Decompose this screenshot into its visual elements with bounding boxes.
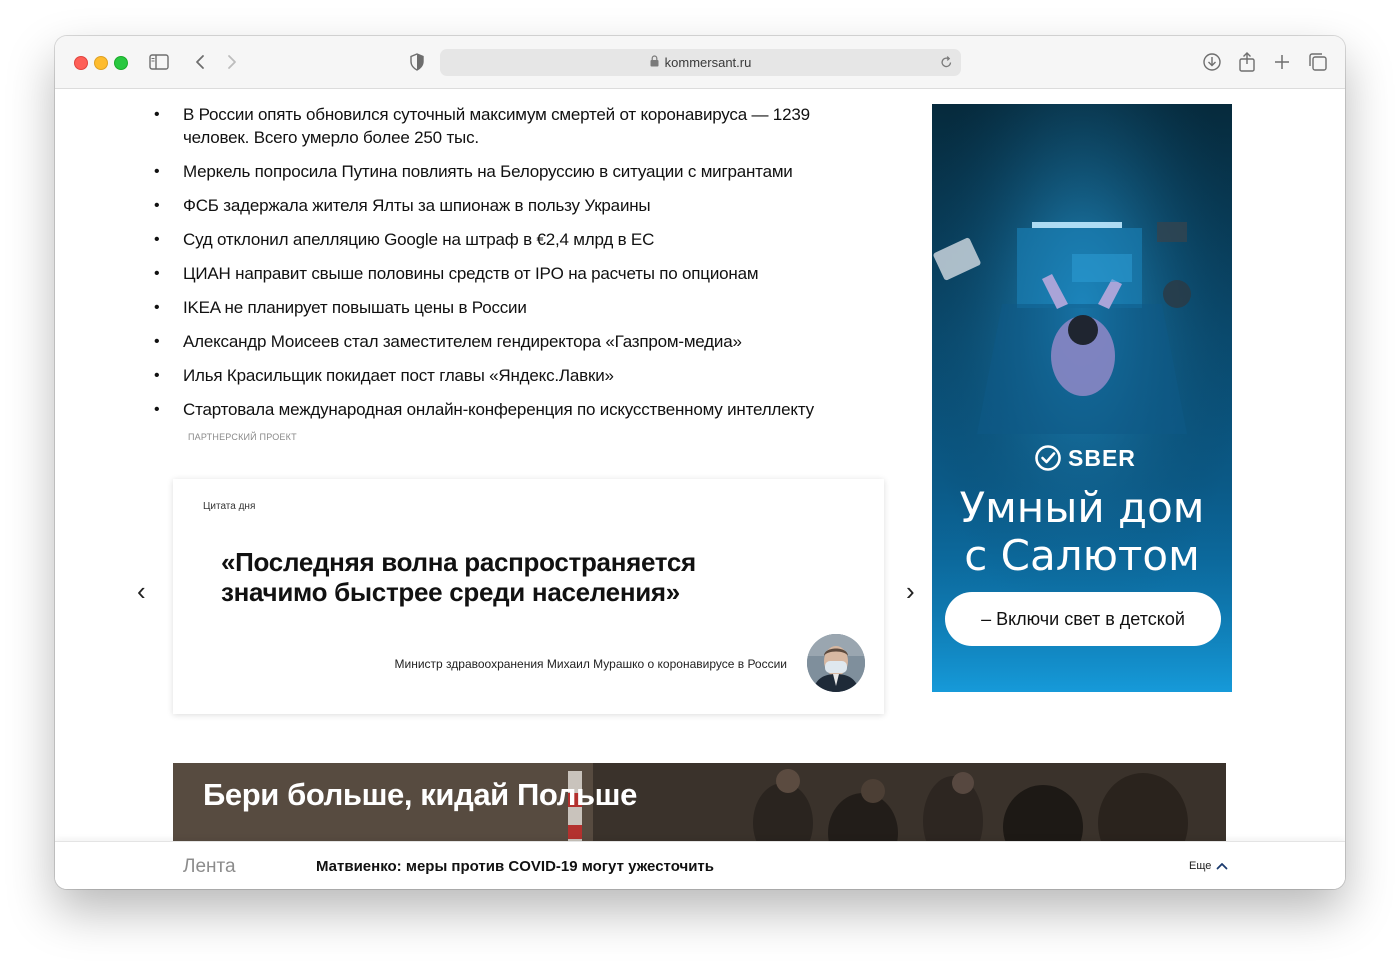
ad-cta-button[interactable]: – Включи свет в детской [945,592,1221,646]
downloads-icon[interactable] [1200,50,1224,74]
more-button[interactable]: Еще [1189,860,1228,872]
news-item[interactable]: Стартовала международная онлайн-конферен… [151,398,841,421]
partner-project-label: ПАРТНЕРСКИЙ ПРОЕКТ [188,432,297,442]
news-item[interactable]: Илья Красильщик покидает пост главы «Янд… [151,364,841,387]
privacy-shield-icon[interactable] [405,50,429,74]
chevron-up-icon [1216,863,1228,870]
tab-overview-icon[interactable] [1306,50,1330,74]
reload-icon[interactable] [940,55,953,72]
news-item[interactable]: Меркель попросила Путина повлиять на Бел… [151,160,841,183]
news-item[interactable]: IKEA не планирует повышать цены в России [151,296,841,319]
share-icon[interactable] [1235,50,1259,74]
quote-of-the-day-card: Цитата дня «Последняя волна распространя… [173,479,884,714]
more-label: Еще [1189,860,1212,872]
forward-icon[interactable] [220,50,244,74]
quote-text[interactable]: «Последняя волна распространяется значим… [221,547,781,607]
back-icon[interactable] [188,50,212,74]
sber-check-icon [1035,445,1061,471]
news-item[interactable]: ЦИАН направит свыше половины средств от … [151,262,841,285]
browser-window: kommersant.ru В России опять обновился с… [55,36,1345,889]
sber-logo: SBER [1034,444,1136,472]
browser-toolbar: kommersant.ru [55,36,1345,89]
address-bar[interactable]: kommersant.ru [440,49,961,76]
quote-author: Министр здравоохранения Михаил Мурашко о… [394,657,788,671]
news-item[interactable]: В России опять обновился суточный максим… [151,103,841,149]
lenta-label[interactable]: Лента [183,856,236,878]
banner-title: Бери больше, кидай Польше [203,777,637,812]
quote-prev-button[interactable]: ‹ [137,576,146,606]
author-avatar [807,634,865,692]
news-item[interactable]: Александр Моисеев стал заместителем генд… [151,330,841,353]
news-item[interactable]: Суд отклонил апелляцию Google на штраф в… [151,228,841,251]
zoom-window-button[interactable] [114,56,128,70]
url-text: kommersant.ru [664,55,752,70]
close-window-button[interactable] [74,56,88,70]
quote-next-button[interactable]: › [906,576,915,606]
news-item[interactable]: ФСБ задержала жителя Ялты за шпионаж в п… [151,194,841,217]
sber-advertisement[interactable]: SBER Умный дом с Салютом – Включи свет в… [932,104,1232,692]
news-ticker-bar: Лента Матвиенко: меры против COVID-19 мо… [55,841,1345,889]
news-list: В России опять обновился суточный максим… [151,103,841,432]
quote-label: Цитата дня [203,501,256,512]
minimize-window-button[interactable] [94,56,108,70]
page-content: В России опять обновился суточный максим… [55,89,1345,889]
sidebar-icon[interactable] [147,50,171,74]
ad-headline: Умный дом с Салютом [959,483,1205,580]
ticker-headline[interactable]: Матвиенко: меры против COVID-19 могут уж… [316,858,714,875]
lock-icon [650,55,659,70]
new-tab-icon[interactable] [1270,50,1294,74]
